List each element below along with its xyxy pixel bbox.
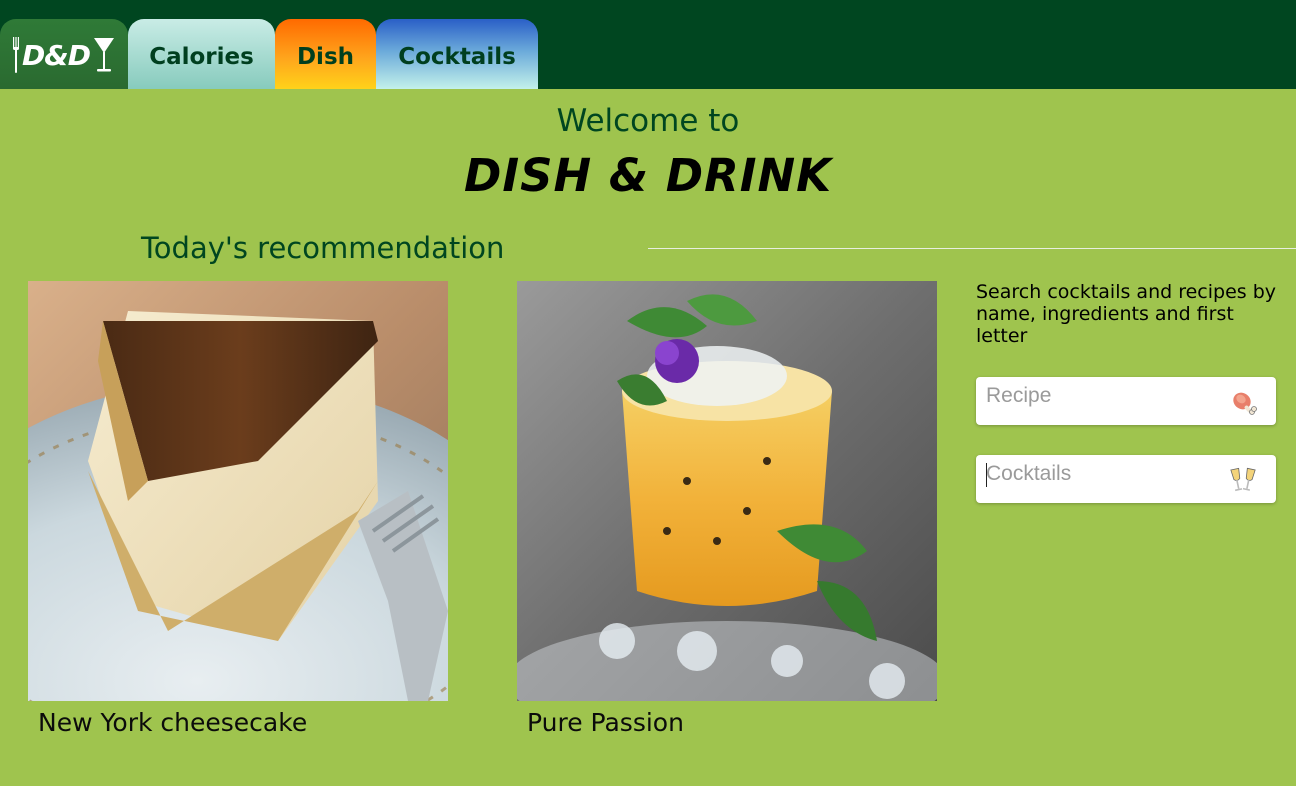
top-nav-bar: D&D Calories Dish Cocktails bbox=[0, 0, 1296, 89]
section-divider bbox=[648, 248, 1296, 249]
logo-text: D&D bbox=[22, 38, 91, 72]
cocktails-search-box bbox=[976, 455, 1276, 503]
cheesecake-image[interactable] bbox=[28, 281, 448, 701]
tab-dish[interactable]: Dish bbox=[275, 19, 376, 89]
brand-title: DISH & DRINK bbox=[463, 149, 833, 202]
welcome-heading: Welcome to bbox=[556, 103, 740, 139]
clinking-glasses-icon[interactable] bbox=[1228, 465, 1258, 495]
tab-cocktails[interactable]: Cocktails bbox=[376, 19, 538, 89]
fork-icon bbox=[13, 37, 20, 73]
search-description: Search cocktails and recipes by name, in… bbox=[976, 281, 1277, 347]
dish-drink-logo: D&D bbox=[12, 35, 116, 75]
tab-cocktails-label: Cocktails bbox=[398, 44, 516, 70]
pure-passion-caption[interactable]: Pure Passion bbox=[527, 705, 684, 741]
pure-passion-image[interactable] bbox=[517, 281, 937, 701]
cheesecake-caption[interactable]: New York cheesecake bbox=[38, 705, 307, 741]
next-section-heading-peek bbox=[222, 776, 282, 786]
recipe-search-box bbox=[976, 377, 1276, 425]
tab-calories-label: Calories bbox=[149, 44, 254, 70]
logo-home-tab[interactable]: D&D bbox=[0, 19, 128, 89]
cocktails-search-input[interactable] bbox=[976, 455, 1226, 501]
tab-calories[interactable]: Calories bbox=[128, 19, 275, 89]
recipe-search-input[interactable] bbox=[976, 377, 1226, 423]
martini-glass-icon bbox=[93, 38, 114, 72]
text-cursor bbox=[986, 463, 987, 487]
tab-dish-label: Dish bbox=[296, 44, 355, 70]
meat-on-bone-icon[interactable] bbox=[1228, 387, 1258, 417]
recommendation-title: Today's recommendation bbox=[141, 231, 505, 265]
